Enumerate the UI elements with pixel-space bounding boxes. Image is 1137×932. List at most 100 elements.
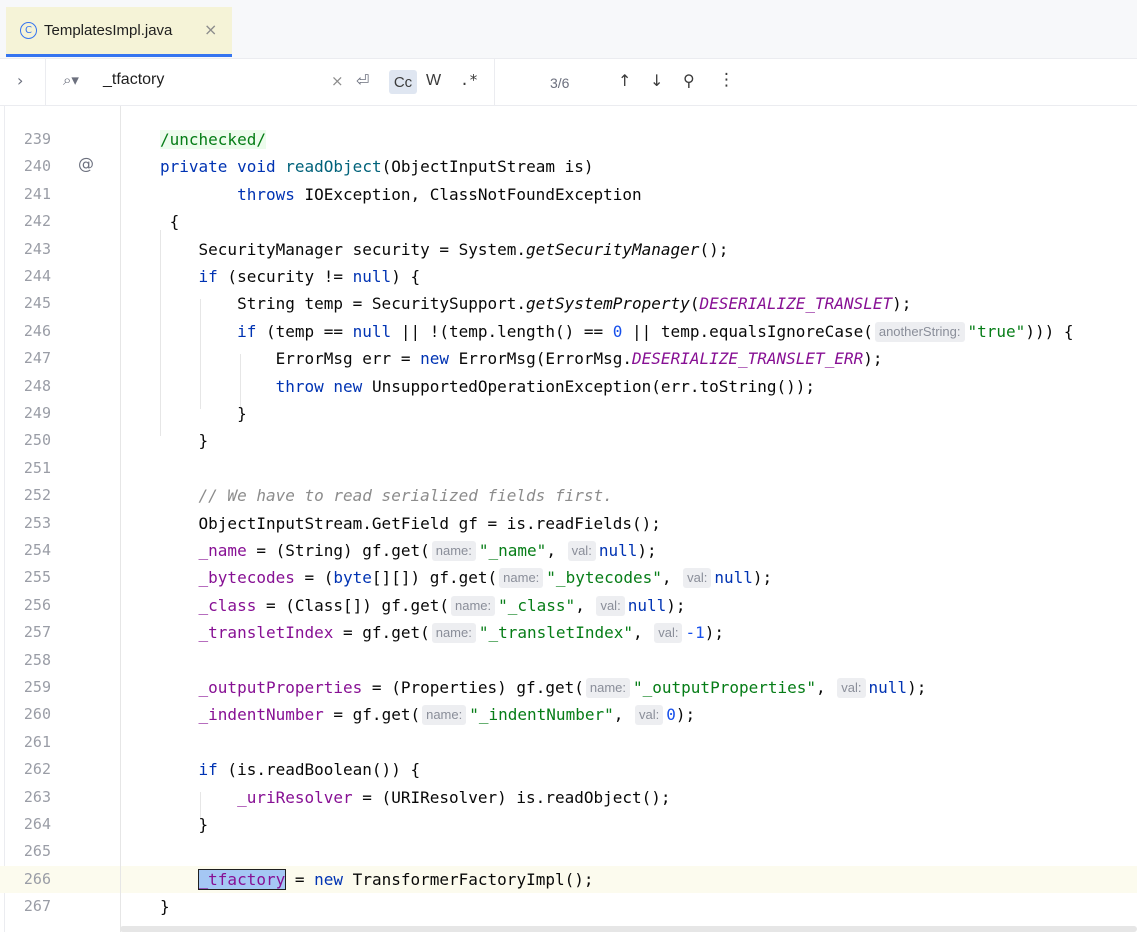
code-line[interactable]: 259 _outputProperties = (Properties) gf.… [0,674,1137,701]
code-line[interactable]: 258 [0,647,1137,674]
code-token: ); [704,623,725,643]
code-token: "_class" [498,595,576,615]
code-text: _outputProperties = (Properties) gf.get(… [80,674,926,701]
next-occurrence-icon[interactable]: ↓ [650,71,663,90]
code-text: throws IOException, ClassNotFoundExcepti… [80,181,642,208]
code-text: if (security != null) { [80,263,421,290]
line-number: 266 [23,869,51,888]
expand-replace-icon[interactable]: › [17,71,23,90]
code-editor[interactable]: @ 239/unchecked/240 private void readObje… [0,106,1137,932]
line-number: 255 [23,568,51,587]
code-line[interactable]: 265 [0,838,1137,865]
code-token: , [661,568,682,588]
clear-search-icon[interactable]: × [331,72,344,90]
line-number: 244 [23,267,51,285]
parameter-hint: name: [585,678,630,698]
code-line[interactable]: 248 throw new UnsupportedOperationExcept… [0,373,1137,400]
code-token: = gf.get( [333,623,430,643]
find-bar: › ⌕▾ _tfactory × ⏎ Cc W .* 3/6 ↑ ↓ ⚲ ⋮ [0,59,1137,106]
code-line[interactable]: 262 if (is.readBoolean()) { [0,756,1137,783]
match-case-toggle[interactable]: Cc [389,70,417,94]
code-token: new [420,349,449,369]
code-line[interactable]: 257 _transletIndex = gf.get(name: "_trans… [0,619,1137,646]
code-line[interactable]: 245 String temp = SecuritySupport.getSys… [0,290,1137,317]
code-line[interactable]: 253 ObjectInputStream.GetField gf = is.r… [0,510,1137,537]
line-number: 260 [23,705,51,724]
code-line[interactable]: 241 throws IOException, ClassNotFoundExc… [0,181,1137,208]
code-token: = (String) gf.get( [246,541,430,560]
code-line[interactable]: 261 [0,729,1137,756]
code-token: private [160,157,228,177]
close-icon[interactable]: × [204,20,217,39]
code-line[interactable]: 252 // We have to read serialized fields… [0,482,1137,509]
code-line[interactable]: 267} [0,893,1137,920]
code-line[interactable]: 247 ErrorMsg err = new ErrorMsg(ErrorMsg… [0,345,1137,372]
code-token: if [198,267,218,286]
code-token: || temp.equalsIgnoreCase( [622,321,873,341]
code-token: } [160,897,170,917]
code-line[interactable]: 254 _name = (String) gf.get(name: "_name"… [0,537,1137,564]
code-line[interactable]: 244 if (security != null) { [0,263,1137,290]
line-number: 265 [23,842,51,861]
code-text: ObjectInputStream.GetField gf = is.readF… [80,510,661,537]
code-line[interactable]: 239/unchecked/ [0,126,1137,153]
regex-toggle[interactable]: .* [460,71,478,89]
code-token: = ( [294,568,334,588]
code-line[interactable]: 263 _uriResolver = (URIResolver) is.read… [0,784,1137,811]
line-number: 241 [23,184,51,203]
more-options-icon[interactable]: ⋮ [718,70,735,90]
code-token: IOException, ClassNotFoundException [294,184,642,204]
code-token: ); [637,541,657,560]
code-token: "true" [967,321,1026,341]
code-line[interactable]: 249 } [0,400,1137,427]
code-line[interactable]: 250 } [0,427,1137,454]
code-line[interactable]: 251 [0,455,1137,482]
code-token: ); [675,705,696,725]
code-token: "_bytecodes" [546,568,662,588]
code-line[interactable]: 255 _bytecodes = (byte[][]) gf.get(name:… [0,564,1137,591]
code-line[interactable]: 256 _class = (Class[]) gf.get(name: "_cla… [0,592,1137,619]
code-token: = (URIResolver) is.readObject(); [352,787,671,807]
code-text: String temp = SecuritySupport.getSystemP… [80,290,911,317]
line-number: 251 [23,458,51,477]
line-number: 267 [23,897,51,916]
code-line[interactable]: 243 SecurityManager security = System.ge… [0,236,1137,263]
tab-templatesimpl-java[interactable]: C TemplatesImpl.java × [6,7,232,57]
code-text: // We have to read serialized fields fir… [80,482,613,509]
code-token: null [598,541,638,560]
code-token: _outputProperties [198,678,363,697]
line-number: 239 [23,130,51,148]
previous-occurrence-icon[interactable]: ↑ [618,71,631,90]
words-toggle[interactable]: W [426,72,441,90]
filter-icon[interactable]: ⚲ [683,71,695,90]
code-token: null [627,595,667,615]
code-line[interactable]: 260 _indentNumber = gf.get(name: "_indent… [0,701,1137,728]
horizontal-scrollbar[interactable] [120,926,1137,932]
code-line[interactable]: 246 if (temp == null || !(temp.length() … [0,318,1137,345]
code-token: ) { [391,267,421,286]
code-line[interactable]: 242 { [0,208,1137,235]
line-number: 261 [23,732,51,751]
parameter-hint: val: [567,541,596,561]
code-line[interactable]: 240 private void readObject(ObjectInputSt… [0,153,1137,180]
code-line[interactable]: 264 } [0,811,1137,838]
code-token: _indentNumber [198,705,324,725]
search-input[interactable]: _tfactory [103,71,164,89]
line-number: 254 [23,541,51,559]
new-line-icon[interactable]: ⏎ [356,71,369,90]
code-token: ); [863,349,883,369]
line-number: 264 [23,815,51,833]
code-token: UnsupportedOperationException(err.toStri… [362,376,816,396]
code-token: null [352,267,392,286]
code-line[interactable]: 266 _tfactory = new TransformerFactoryIm… [0,866,1137,893]
code-token: "_transletIndex" [478,623,633,643]
search-history-icon[interactable]: ⌕▾ [63,71,79,89]
code-token: getSystemProperty [526,294,690,314]
